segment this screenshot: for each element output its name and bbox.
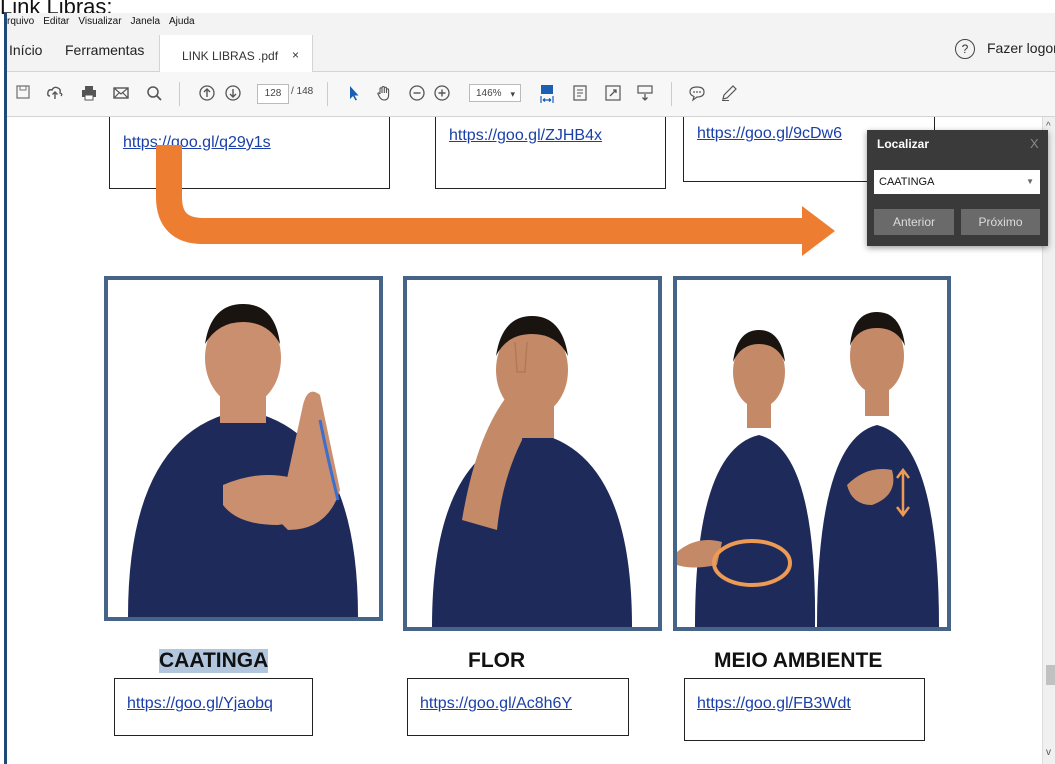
zoom-value: 146% [476,88,502,99]
scroll-mode-icon[interactable] [635,84,655,104]
find-query: CAATINGA [879,176,935,188]
previous-page-icon[interactable] [197,84,217,104]
caption-caatinga: CAATINGA [159,649,269,673]
email-icon[interactable] [111,84,131,104]
cloud-upload-icon[interactable] [45,84,65,104]
arrow-annotation [156,145,835,256]
link-box: https://goo.gl/Yjaobq [114,678,313,736]
link-box: https://goo.gl/Ac8h6Y [407,678,629,736]
tab-document[interactable]: LINK LIBRAS .pdf × [159,35,313,72]
scroll-down-icon[interactable]: v [1046,747,1051,758]
acrobat-window: rquivo Editar Visualizar Janela Ajuda Início… [4,13,1055,764]
tab-tools[interactable]: Ferramentas [65,42,144,58]
previous-result-button[interactable]: Anterior [874,209,954,235]
close-tab-icon[interactable]: × [292,48,299,62]
scroll-thumb[interactable] [1046,665,1055,685]
toolbar-separator [671,82,672,106]
link[interactable]: https://goo.gl/FB3Wdt [697,695,851,713]
toolbar-separator [179,82,180,106]
link[interactable]: https://goo.gl/Ac8h6Y [420,695,572,713]
caption-meio-ambiente: MEIO AMBIENTE [714,649,883,672]
zoom-select[interactable]: 146% ▾ [469,84,521,102]
tab-home[interactable]: Início [9,42,42,58]
menu-file[interactable]: rquivo [7,16,34,27]
search-icon[interactable] [144,84,164,104]
hand-tool-icon[interactable] [374,84,394,104]
page-total: / 148 [291,86,314,97]
link[interactable]: https://goo.gl/9cDw6 [697,125,842,143]
menu-window[interactable]: Janela [131,16,160,27]
sign-photo-caatinga [104,276,383,621]
link[interactable]: https://goo.gl/ZJHB4x [449,127,602,145]
toolbar-separator [327,82,328,106]
fit-page-icon[interactable] [570,84,590,104]
print-icon[interactable] [79,84,99,104]
tab-document-label: LINK LIBRAS .pdf [182,49,279,63]
pen-icon[interactable] [719,84,739,104]
find-input[interactable]: CAATINGA ▼ [874,170,1040,194]
next-page-icon[interactable] [223,84,243,104]
menu-view[interactable]: Visualizar [78,16,121,27]
person-signing-image [128,304,358,617]
sign-photo-flor [403,276,662,631]
chevron-down-icon: ▾ [510,89,515,99]
fit-width-icon[interactable] [537,84,557,104]
next-result-button[interactable]: Próximo [961,209,1040,235]
sign-in-link[interactable]: Fazer logon [987,40,1055,56]
find-panel: Localizar X CAATINGA ▼ Anterior Próximo [867,130,1048,246]
link-box: https://goo.gl/FB3Wdt [684,678,925,741]
caption-flor: FLOR [468,649,526,672]
help-icon[interactable]: ? [955,39,975,59]
tab-bar: Início Ferramentas LINK LIBRAS .pdf × ? … [7,31,1055,72]
person-signing-image [432,316,632,627]
close-icon[interactable]: X [1030,136,1039,151]
chevron-down-icon[interactable]: ▼ [1026,170,1034,194]
comment-icon[interactable] [687,84,707,104]
sign-photo-meio-ambiente [673,276,951,631]
page-number-input[interactable]: 128 [257,84,289,104]
select-cursor-icon[interactable] [344,84,364,104]
find-title: Localizar [877,137,930,151]
person-signing-image [677,312,939,627]
zoom-out-icon[interactable] [407,84,427,104]
zoom-in-icon[interactable] [432,84,452,104]
full-screen-icon[interactable] [603,84,623,104]
toolbar: 128 / 148 146% ▾ [7,72,1055,117]
save-icon[interactable] [13,84,33,104]
menu-bar: rquivo Editar Visualizar Janela Ajuda [7,13,1055,31]
menu-help[interactable]: Ajuda [169,16,195,27]
link[interactable]: https://goo.gl/Yjaobq [127,695,273,713]
menu-edit[interactable]: Editar [43,16,69,27]
